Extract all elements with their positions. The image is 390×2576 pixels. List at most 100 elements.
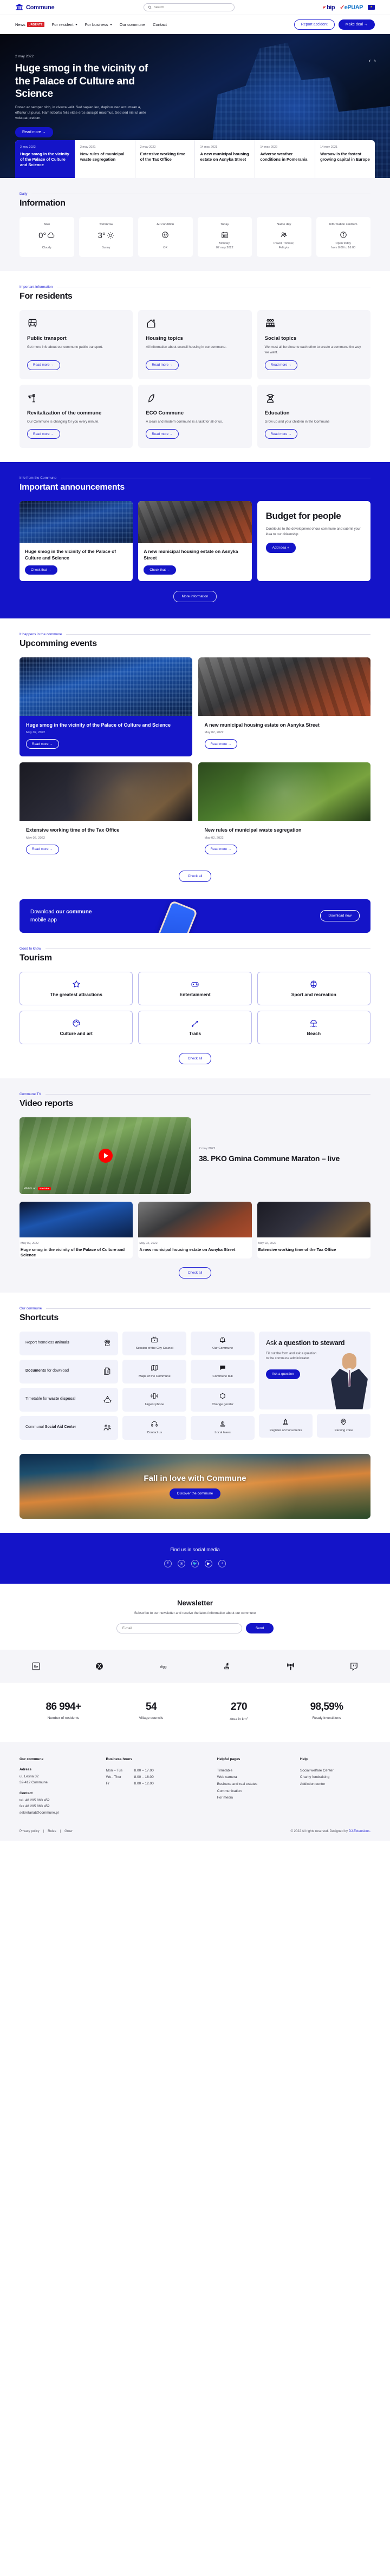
check-that-button[interactable]: Check that → xyxy=(25,565,57,575)
announcement-card[interactable]: Huge smog in the vicinity of the Palace … xyxy=(20,501,133,582)
add-idea-button[interactable]: Add idea + xyxy=(265,542,296,553)
video-card[interactable]: May 02, 2022 Huge smog in the vicinity o… xyxy=(20,1201,133,1259)
tourism-card-trails[interactable]: Trails xyxy=(138,1010,252,1044)
eu-flag-icon[interactable] xyxy=(367,5,375,10)
info-card-name-day[interactable]: Name day Paweł, Tomasz, Felicyta xyxy=(257,217,311,258)
search-box[interactable] xyxy=(143,3,235,11)
video-featured-thumbnail[interactable]: Watch on YouTube xyxy=(20,1117,191,1194)
read-more-button[interactable]: Read more → xyxy=(146,360,179,370)
shortcut-change-gender[interactable]: Change gender xyxy=(191,1387,255,1412)
search-input[interactable] xyxy=(153,5,230,9)
shortcut-register-of-monuments[interactable]: Register of monuments xyxy=(258,1413,313,1438)
nav-item-contact[interactable]: Contact xyxy=(153,22,167,27)
shortcut-our-commune[interactable]: Our Commune xyxy=(191,1331,255,1355)
shortcut-local-taxes[interactable]: Local taxes xyxy=(191,1415,255,1440)
tourism-card-beach[interactable]: Beach xyxy=(257,1010,370,1044)
event-card[interactable]: New rules of municipal waste segregation… xyxy=(198,762,370,862)
twitch-icon[interactable] xyxy=(349,1662,359,1671)
news-card[interactable]: 14 may 2021 A new municipal housing esta… xyxy=(195,140,256,178)
read-more-button[interactable]: Read more → xyxy=(264,360,298,370)
check-that-button[interactable]: Check that → xyxy=(144,565,176,575)
tourism-card-attractions[interactable]: The greatest attractions xyxy=(20,971,133,1005)
info-card-weather-now[interactable]: Now 0° Cloudy xyxy=(20,217,74,258)
read-more-button[interactable]: Read more → xyxy=(204,739,238,749)
footer-link[interactable]: Timetable xyxy=(217,1768,295,1775)
shortcut-parking-zone[interactable]: Parking zone xyxy=(316,1413,370,1438)
info-card-today[interactable]: Today Monday, 07 may 2022 xyxy=(197,217,252,258)
info-card-information-centrum[interactable]: Information centrum Open today from 8:00… xyxy=(316,217,370,258)
shortcut-contact-us[interactable]: Contact us xyxy=(122,1415,187,1440)
news-card[interactable]: 2 may 2021 New rules of municipal waste … xyxy=(75,140,135,178)
stack-overflow-icon[interactable] xyxy=(222,1662,231,1671)
video-card[interactable]: May 02, 2022 Extensive working time of t… xyxy=(257,1201,370,1259)
tourism-card-entertainment[interactable]: Entertainment xyxy=(138,971,252,1005)
shortcut-session-city-council[interactable]: Session of the City Council xyxy=(122,1331,187,1355)
podcast-icon[interactable] xyxy=(286,1662,295,1671)
xbox-icon[interactable] xyxy=(95,1662,104,1671)
nav-item-for-business[interactable]: For business xyxy=(85,22,112,27)
designer-link[interactable]: DJ-Extensions. xyxy=(349,1830,370,1833)
residents-card-housing-topics[interactable]: Housing topics All information about cou… xyxy=(138,310,252,379)
tourism-card-culture[interactable]: Culture and art xyxy=(20,1010,133,1044)
tiktok-icon[interactable]: ♪ xyxy=(218,1559,226,1567)
events-check-all-button[interactable]: Check all xyxy=(178,870,212,882)
shortcut-commune-talk[interactable]: Commune talk xyxy=(191,1359,255,1383)
hero-read-more-button[interactable]: Read more → xyxy=(15,127,53,137)
footer-rules-link[interactable]: Rules xyxy=(48,1830,56,1833)
video-card[interactable]: May 02, 2022 A new municipal housing est… xyxy=(138,1201,252,1259)
footer-link[interactable]: Communication xyxy=(217,1788,295,1795)
event-card[interactable]: Huge smog in the vicinity of the Palace … xyxy=(20,657,192,757)
event-card[interactable]: Extensive working time of the Tax Office… xyxy=(20,762,192,862)
announcement-card[interactable]: A new municipal housing estate on Asnyka… xyxy=(138,501,252,582)
read-more-button[interactable]: Read more → xyxy=(26,739,59,749)
read-more-button[interactable]: Read more → xyxy=(264,429,298,439)
shortcut-timetable-waste-disposal[interactable]: Timetable for waste disposal xyxy=(20,1387,119,1412)
footer-link[interactable]: For media xyxy=(217,1795,295,1802)
footer-link[interactable]: Charity fundraising xyxy=(300,1774,370,1781)
read-more-button[interactable]: Read more → xyxy=(26,844,59,854)
more-information-button[interactable]: More information xyxy=(173,591,217,603)
tourism-card-sport[interactable]: Sport and recreation xyxy=(257,971,370,1005)
brand-logo[interactable]: Commune xyxy=(15,3,55,11)
twitter-icon[interactable]: 🐦 xyxy=(191,1559,199,1567)
shortcut-report-homeless-animals[interactable]: Report homeless animals xyxy=(20,1331,119,1355)
newsletter-send-button[interactable]: Send xyxy=(245,1623,274,1634)
download-now-button[interactable]: Download now xyxy=(320,910,360,922)
video-check-all-button[interactable]: Check all xyxy=(178,1267,212,1279)
news-card[interactable]: 2 may 2022 Extensive working time of the… xyxy=(135,140,196,178)
footer-link[interactable]: Web camera xyxy=(217,1774,295,1781)
hero-nav-arrows[interactable]: ‹ › xyxy=(369,58,376,64)
digg-icon[interactable]: digg xyxy=(159,1662,168,1671)
residents-card-revitalization[interactable]: Revitalization of the commune Our Commun… xyxy=(20,384,133,449)
footer-link[interactable]: Social welfare Center xyxy=(300,1768,370,1775)
tourism-check-all-button[interactable]: Check all xyxy=(178,1052,212,1064)
info-card-weather-tomorrow[interactable]: Tommrow 3° Sunny xyxy=(79,217,133,258)
info-card-air-condition[interactable]: Air condition OK xyxy=(138,217,193,258)
read-more-button[interactable]: Read more → xyxy=(27,429,60,439)
footer-link[interactable]: Addiction center xyxy=(300,1781,370,1788)
nav-item-our-commune[interactable]: Our commune xyxy=(120,22,146,27)
instagram-icon[interactable]: ◎ xyxy=(178,1559,185,1567)
shortcut-documents-for-download[interactable]: Documents for download xyxy=(20,1359,119,1383)
footer-link[interactable]: Business and real estates xyxy=(217,1781,295,1788)
footer-contact-email[interactable]: sekretariat@commune.pl xyxy=(20,1810,101,1816)
chevron-right-icon[interactable]: › xyxy=(374,58,376,64)
report-accident-button[interactable]: Report accident xyxy=(294,19,335,30)
newsletter-email-input[interactable] xyxy=(116,1623,242,1634)
shortcut-communal-social-aid-center[interactable]: Communal Social Aid Center xyxy=(20,1415,119,1440)
read-more-button[interactable]: Read more → xyxy=(27,360,60,370)
make-deal-button[interactable]: Make deal → xyxy=(338,19,375,30)
epuap-logo[interactable]: ✓ePUAP xyxy=(340,4,363,11)
chevron-left-icon[interactable]: ‹ xyxy=(369,58,371,64)
nav-item-for-resident[interactable]: For resident xyxy=(52,22,77,27)
residents-card-public-transport[interactable]: Public transport Get more info about our… xyxy=(20,310,133,379)
bip-logo[interactable]: bip xyxy=(323,4,335,11)
residents-card-eco-commune[interactable]: ECO Commune A clean and modern commune i… xyxy=(138,384,252,449)
residents-card-social-topics[interactable]: Social topics We must all be close to ea… xyxy=(257,310,370,379)
footer-grow-link[interactable]: Grow xyxy=(64,1830,72,1833)
adobe-premiere-icon[interactable]: Re xyxy=(31,1662,41,1671)
footer-privacy-policy-link[interactable]: Privacy policy xyxy=(20,1830,40,1833)
facebook-icon[interactable]: f xyxy=(164,1559,172,1567)
read-more-button[interactable]: Read more → xyxy=(146,429,179,439)
residents-card-education[interactable]: Education Grow up and your children in t… xyxy=(257,384,370,449)
